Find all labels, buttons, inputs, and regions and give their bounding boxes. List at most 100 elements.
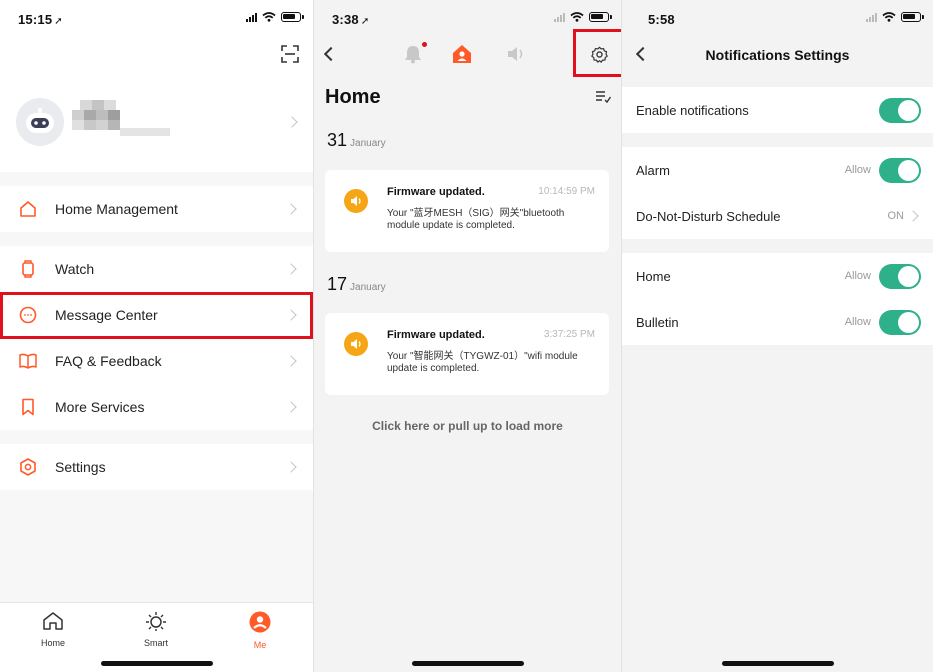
message-time: 3:37:25 PM [543, 329, 595, 340]
setting-value: Allow [844, 316, 871, 328]
chevron-right-icon [907, 210, 919, 222]
date-day: 31 [327, 130, 348, 150]
setting-bulletin: Bulletin Allow [622, 299, 933, 345]
status-time-text: 15:15 [18, 12, 53, 27]
bookmark-icon [22, 398, 34, 416]
menu-item-label: Home Management [55, 201, 178, 217]
home-toggle[interactable] [879, 264, 921, 289]
username-pixelated [72, 100, 172, 140]
tab-smart[interactable]: Smart [126, 611, 186, 648]
load-more-link[interactable]: Click here or pull up to load more [314, 419, 621, 433]
setting-label: Home [636, 269, 671, 284]
unread-dot [422, 42, 427, 47]
menu-item-settings[interactable]: Settings [0, 444, 313, 490]
chevron-right-icon [285, 461, 297, 473]
home-indicator [412, 661, 524, 666]
back-arrow-icon[interactable] [323, 46, 339, 62]
status-bar: 15:15 ➚ [0, 10, 313, 28]
menu-item-faq-feedback[interactable]: FAQ & Feedback [0, 338, 313, 384]
status-icons [554, 12, 612, 22]
wifi-icon [262, 12, 276, 22]
status-time-text: 3:38 [332, 12, 359, 27]
setting-label: Do-Not-Disturb Schedule [636, 209, 781, 224]
message-card[interactable]: Firmware updated. 3:37:25 PM Your "智能网关（… [325, 313, 609, 395]
message-body: Your "智能网关（TYGWZ-01）"wifi module update … [387, 351, 578, 374]
status-time: 3:38 ➚ [332, 12, 369, 27]
sun-icon [146, 612, 166, 631]
status-icons [866, 12, 924, 22]
chevron-right-icon [285, 263, 297, 275]
tab-label: Me [253, 640, 267, 650]
setting-label: Alarm [636, 163, 670, 178]
location-arrow-icon: ➚ [360, 16, 370, 27]
chevron-right-icon [285, 401, 297, 413]
scan-icon[interactable] [281, 45, 299, 63]
page-title: Home [325, 86, 381, 108]
status-bar: 5:58 [622, 10, 933, 28]
user-circle-icon [249, 611, 271, 633]
wifi-icon [570, 12, 584, 22]
chevron-right-icon [285, 203, 297, 215]
message-time: 10:14:59 PM [538, 186, 595, 197]
settings-hexagon-icon [20, 458, 36, 476]
menu-item-label: FAQ & Feedback [55, 353, 162, 369]
enable-notifications-toggle[interactable] [879, 98, 921, 123]
setting-value: Allow [844, 164, 871, 176]
alarm-toggle[interactable] [879, 158, 921, 183]
speaker-badge-icon [344, 189, 368, 213]
setting-value: ON [887, 210, 905, 222]
status-time: 5:58 [648, 12, 675, 27]
menu-item-watch[interactable]: Watch [0, 246, 313, 292]
setting-value: Allow [844, 270, 871, 282]
tab-bar: Home Smart Me [0, 602, 313, 672]
page-title: Notifications Settings [705, 47, 850, 63]
message-body: Your "蓝牙MESH（SIG）网关"bluetooth module upd… [387, 208, 565, 231]
setting-dnd-schedule[interactable]: Do-Not-Disturb Schedule ON [622, 193, 933, 239]
highlight-box-message-center [0, 292, 313, 339]
chevron-right-icon [285, 355, 297, 367]
setting-home: Home Allow [622, 253, 933, 299]
wifi-icon [882, 12, 896, 22]
battery-icon [281, 12, 304, 22]
cellular-signal-icon [554, 12, 565, 22]
status-icons [246, 12, 304, 22]
cellular-signal-icon [866, 12, 877, 22]
tab-label: Home [40, 638, 65, 648]
setting-enable-notifications: Enable notifications [622, 87, 933, 133]
message-title: Firmware updated. [387, 186, 485, 198]
date-header: 17 January [327, 274, 386, 295]
house-outline-icon [43, 612, 63, 630]
speaker-badge-icon [344, 332, 368, 356]
date-day: 17 [327, 274, 348, 294]
highlight-box-settings [573, 29, 621, 77]
tab-label: Smart [143, 638, 168, 648]
tab-me[interactable]: Me [230, 611, 290, 650]
message-card[interactable]: Firmware updated. 10:14:59 PM Your "蓝牙ME… [325, 170, 609, 252]
home-indicator [101, 661, 213, 666]
bell-icon[interactable] [404, 44, 422, 64]
mark-all-read-icon[interactable] [595, 90, 611, 104]
watch-icon [22, 260, 34, 278]
status-time: 15:15 ➚ [18, 12, 63, 27]
menu-item-label: More Services [55, 399, 145, 415]
home-message-icon[interactable] [452, 44, 472, 64]
status-bar: 3:38 ➚ [314, 10, 621, 28]
date-month: January [350, 282, 386, 293]
speaker-icon[interactable] [506, 45, 526, 63]
message-title: Firmware updated. [387, 329, 485, 341]
location-arrow-icon: ➚ [54, 16, 63, 27]
setting-label: Bulletin [636, 315, 679, 330]
menu-item-label: Settings [55, 459, 106, 475]
date-header: 31 January [327, 130, 386, 151]
menu-item-more-services[interactable]: More Services [0, 384, 313, 430]
menu-item-home-management[interactable]: Home Management [0, 186, 313, 232]
house-icon [20, 201, 36, 217]
battery-icon [589, 12, 612, 22]
message-center-screen: 3:38 ➚ Home 31 January Firmware updated. 1… [314, 0, 621, 672]
cellular-signal-icon [246, 12, 257, 22]
tab-home[interactable]: Home [23, 611, 83, 648]
bulletin-toggle[interactable] [879, 310, 921, 335]
notifications-settings-screen: 5:58 Notifications Settings Enable notif… [622, 0, 933, 672]
battery-icon [901, 12, 924, 22]
avatar[interactable] [16, 98, 64, 146]
